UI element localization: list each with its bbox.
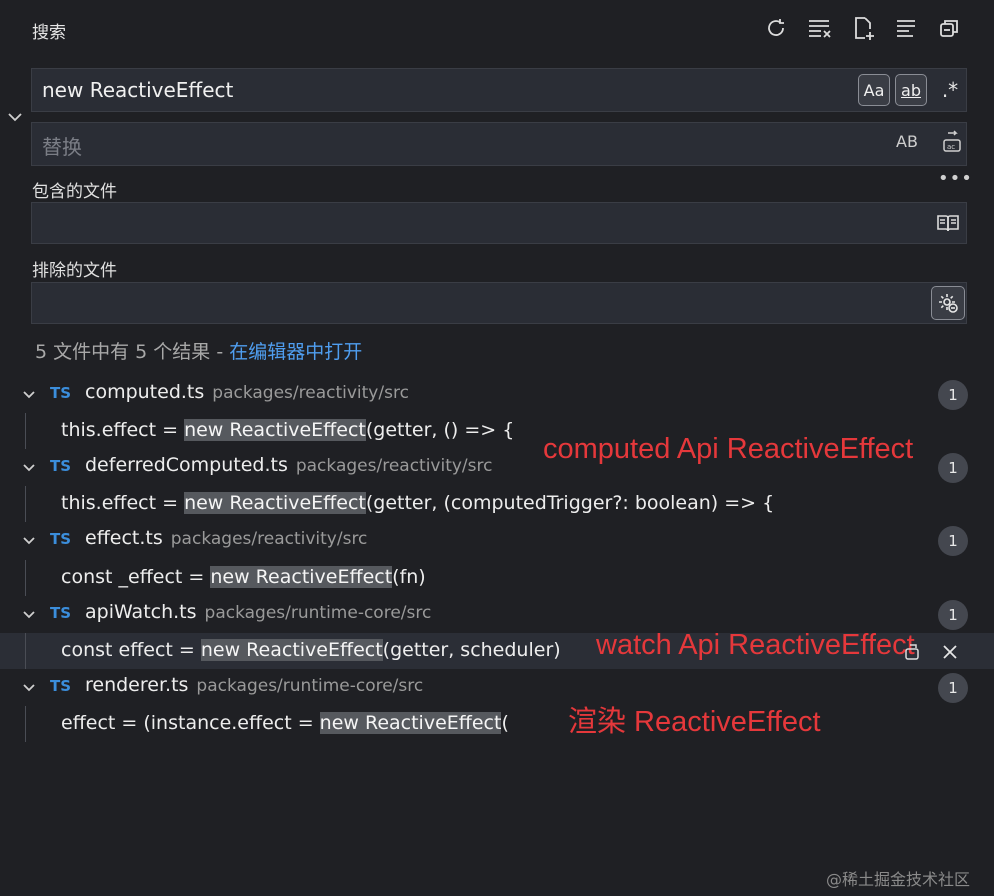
match-suffix: (getter, scheduler) [382,639,561,661]
file-path-text: packages/runtime-core/src [204,603,432,623]
file-path-text: packages/reactivity/src [295,456,493,476]
replace-match-icon[interactable] [900,640,924,664]
file-name-text: computed.ts [85,381,205,403]
match-highlight: new ReactiveEffect [319,712,502,734]
files-to-exclude-input[interactable] [31,282,967,324]
typescript-file-icon: TS [50,384,72,402]
result-file-row[interactable]: TS renderer.ts packages/runtime-core/src 1 [0,671,994,705]
match-highlight: new ReactiveEffect [200,639,383,661]
typescript-file-icon: TS [50,677,72,695]
results-summary-text: 5 文件中有 5 个结果 - [35,341,230,363]
file-name-text: apiWatch.ts [85,601,197,623]
chevron-down-icon[interactable] [18,384,40,406]
chevron-down-icon[interactable] [18,604,40,626]
result-file-name: deferredComputed.ts packages/reactivity/s… [85,454,492,476]
result-file-row[interactable]: TS apiWatch.ts packages/runtime-core/src 1 [0,598,994,632]
match-highlight: new ReactiveEffect [184,492,366,514]
match-line[interactable]: this.effect = new ReactiveEffect(getter,… [61,419,514,441]
result-file-name: renderer.ts packages/runtime-core/src [85,674,423,696]
chevron-down-icon[interactable] [18,677,40,699]
file-path-text: packages/runtime-core/src [196,676,424,696]
file-name-text: deferredComputed.ts [85,454,288,476]
search-view-title: 搜索 [32,23,66,43]
file-path-text: packages/reactivity/src [212,383,409,403]
results-summary: 5 文件中有 5 个结果 - 在编辑器中打开 [35,337,362,364]
replace-input[interactable] [31,122,967,166]
tree-indent-guide [25,560,26,596]
file-name-text: effect.ts [85,527,163,549]
annotation-render: 渲染 ReactiveEffect [568,706,821,738]
result-file-name: apiWatch.ts packages/runtime-core/src [85,601,431,623]
annotation-watch: watch Api ReactiveEffect [596,629,915,661]
match-line[interactable]: this.effect = new ReactiveEffect(getter,… [61,492,774,514]
open-in-editor-link[interactable]: 在编辑器中打开 [229,341,362,363]
result-file-row[interactable]: TS effect.ts packages/reactivity/src 1 [0,524,994,558]
replace-placeholder[interactable]: 替换 [42,131,82,160]
tree-indent-guide [25,413,26,449]
refresh-icon[interactable] [762,14,790,42]
match-prefix: effect = (instance.effect = [61,712,320,734]
annotation-computed: computed Api ReactiveEffect [543,433,914,465]
typescript-file-icon: TS [50,604,72,622]
match-suffix: (fn) [392,566,426,588]
files-to-include-label: 包含的文件 [32,182,117,202]
match-case-button[interactable]: Aa [858,74,890,106]
match-count-badge: 1 [938,600,968,630]
file-path-text: packages/reactivity/src [170,529,368,549]
preserve-case-button[interactable]: AB [896,132,918,151]
search-input-value[interactable]: new ReactiveEffect [42,78,233,102]
match-suffix: (getter, (computedTrigger?: boolean) => … [365,492,775,514]
use-exclude-settings-gear-icon[interactable] [931,286,965,320]
chevron-down-icon[interactable] [18,530,40,552]
tree-indent-guide [25,633,26,669]
more-actions-icon[interactable]: ••• [938,168,973,189]
chevron-down-icon[interactable] [18,457,40,479]
result-match-row[interactable]: this.effect = new ReactiveEffect(getter,… [0,486,994,522]
use-regex-button[interactable]: .* [934,74,966,106]
new-search-editor-icon[interactable] [850,14,878,42]
tree-indent-guide [25,706,26,742]
match-line[interactable]: const effect = new ReactiveEffect(getter… [61,639,561,661]
match-whole-word-button[interactable]: ab [895,74,927,106]
match-highlight: new ReactiveEffect [210,566,393,588]
file-name-text: renderer.ts [85,674,189,696]
match-count-badge: 1 [938,453,968,483]
match-prefix: const _effect = [61,566,211,588]
typescript-file-icon: TS [50,457,72,475]
svg-text:ac: ac [947,143,955,151]
search-open-editors-book-icon[interactable] [935,210,961,236]
result-file-name: computed.ts packages/reactivity/src [85,381,409,403]
toggle-replace-chevron-icon[interactable] [4,106,26,128]
files-to-exclude-label: 排除的文件 [32,261,117,281]
typescript-file-icon: TS [50,530,72,548]
result-match-row[interactable]: const _effect = new ReactiveEffect(fn) [0,560,994,596]
watermark: @稀土掘金技术社区 [826,870,971,889]
match-count-badge: 1 [938,526,968,556]
match-suffix: ( [501,712,509,734]
match-count-badge: 1 [938,673,968,703]
match-highlight: new ReactiveEffect [184,419,366,441]
collapse-all-icon[interactable] [935,14,963,42]
dismiss-match-close-icon[interactable] [938,640,962,664]
files-to-include-input[interactable] [31,202,967,244]
replace-all-icon[interactable]: ac [938,128,966,156]
match-prefix: const effect = [61,639,201,661]
match-prefix: this.effect = [61,492,185,514]
match-suffix: (getter, () => { [365,419,515,441]
match-line[interactable]: effect = (instance.effect = new Reactive… [61,712,509,734]
tree-indent-guide [25,486,26,522]
match-line[interactable]: const _effect = new ReactiveEffect(fn) [61,566,426,588]
result-file-row[interactable]: TS computed.ts packages/reactivity/src 1 [0,378,994,412]
result-match-row[interactable]: effect = (instance.effect = new Reactive… [0,706,994,742]
clear-results-icon[interactable] [806,14,834,42]
match-prefix: this.effect = [61,419,185,441]
view-as-tree-icon[interactable] [892,14,920,42]
match-count-badge: 1 [938,380,968,410]
result-file-name: effect.ts packages/reactivity/src [85,527,367,549]
